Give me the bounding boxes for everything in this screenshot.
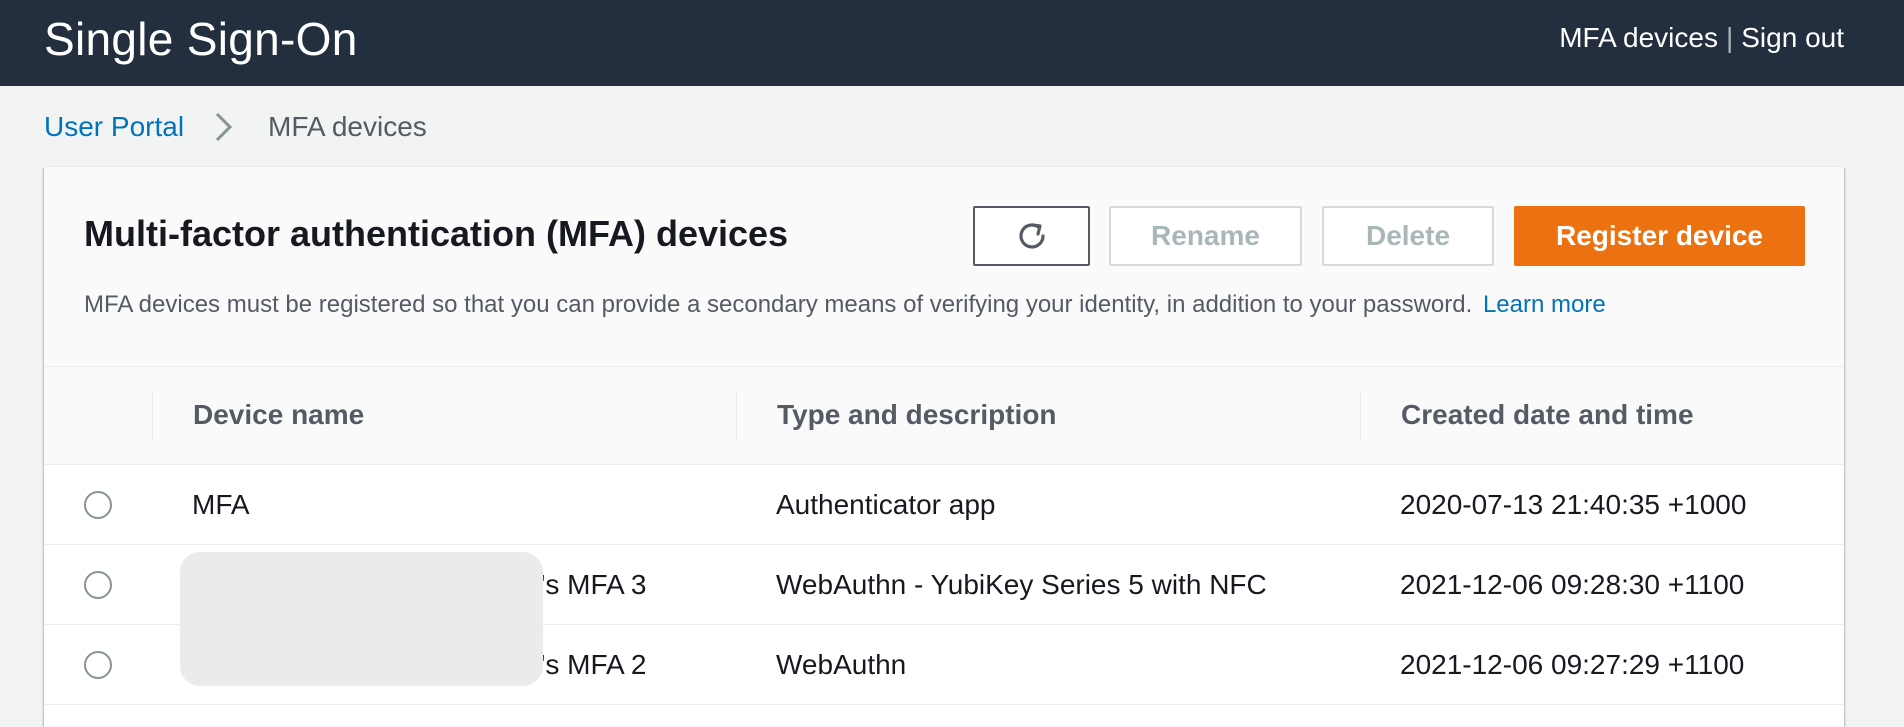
top-navigation-bar: Single Sign-On MFA devices | Sign out [0,0,1904,86]
device-type-cell: WebAuthn - YubiKey Series 5 with NFC [776,569,1267,600]
column-divider [152,392,153,440]
link-separator: | [1725,22,1734,53]
breadcrumb: User Portal MFA devices [44,110,427,144]
learn-more-link[interactable]: Learn more [1483,291,1606,318]
redaction-block [180,552,543,686]
panel-header: Multi-factor authentication (MFA) device… [44,167,1844,367]
device-type-cell: WebAuthn [776,649,907,680]
rename-button[interactable]: Rename [1109,206,1302,266]
created-date-cell: 2021-12-06 09:28:30 +1100 [1400,569,1745,600]
table-header: Device name Type and description Created… [44,367,1844,465]
breadcrumb-user-portal[interactable]: User Portal [44,111,184,143]
refresh-icon [1018,223,1045,249]
column-header-device-name[interactable]: Device name [193,399,364,431]
panel-description: MFA devices must be registered so that y… [84,291,1606,319]
row-select-radio[interactable] [84,651,112,679]
page-title: Multi-factor authentication (MFA) device… [84,213,789,254]
delete-button[interactable]: Delete [1322,206,1494,266]
description-text: MFA devices must be registered so that y… [84,291,1473,318]
sign-out-link[interactable]: Sign out [1741,22,1844,53]
table-row[interactable]: MFA Authenticator app 2020-07-13 21:40:3… [44,465,1844,545]
top-links: MFA devices | Sign out [1559,22,1844,54]
column-header-type[interactable]: Type and description [777,399,1057,431]
row-select-radio[interactable] [84,571,112,599]
device-name-cell: 's MFA 3 [540,569,647,600]
row-select-radio[interactable] [84,491,112,519]
refresh-button[interactable] [973,206,1090,266]
breadcrumb-current: MFA devices [268,111,427,142]
created-date-cell: 2020-07-13 21:40:35 +1000 [1400,489,1747,520]
column-divider [736,392,737,440]
device-name-cell: 's MFA 2 [540,649,647,680]
created-date-cell: 2021-12-06 09:27:29 +1100 [1400,649,1745,680]
device-type-cell: Authenticator app [776,489,996,520]
device-name-cell: MFA [192,489,250,520]
register-device-button[interactable]: Register device [1514,206,1805,266]
app-title: Single Sign-On [44,13,358,65]
column-header-created[interactable]: Created date and time [1401,399,1694,431]
mfa-devices-link[interactable]: MFA devices [1559,22,1718,53]
chevron-right-icon [215,112,233,142]
column-divider [1360,392,1361,440]
